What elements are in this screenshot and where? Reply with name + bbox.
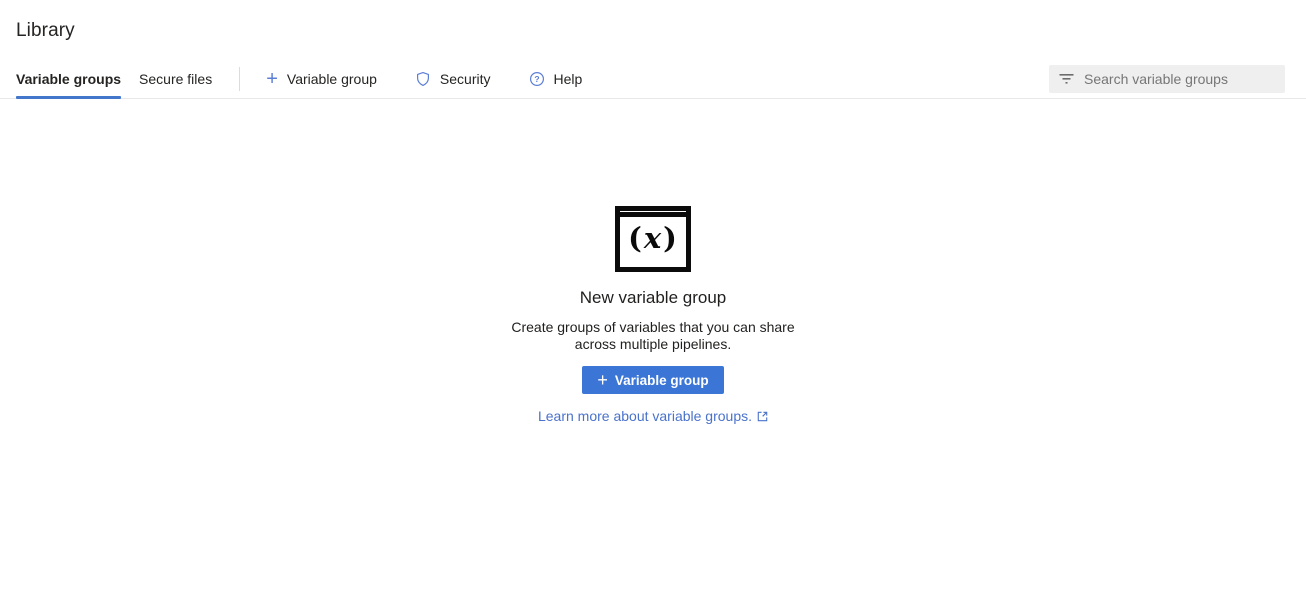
toolbar: + Variable group Security ? He [266,59,582,98]
description-line-1: Create groups of variables that you can … [511,319,794,336]
learn-more-label: Learn more about variable groups. [538,408,752,424]
variable-group-window-icon: (x) [615,206,691,272]
primary-button-label: Variable group [615,373,709,388]
security-label: Security [440,71,491,87]
security-button[interactable]: Security [415,71,491,87]
help-button[interactable]: ? Help [529,71,583,87]
library-page: Library Variable groups Secure files + V… [0,0,1306,424]
toolbar-divider [239,67,240,91]
empty-state: (x) New variable group Create groups of … [0,206,1306,424]
empty-state-title: New variable group [580,288,726,308]
tab-secure-files-label: Secure files [139,71,212,87]
page-title: Library [16,20,1306,42]
svg-text:?: ? [534,74,539,84]
variables-glyph: (x) [620,217,686,262]
empty-state-description: Create groups of variables that you can … [511,319,794,353]
help-label: Help [554,71,583,87]
tab-list: Variable groups Secure files [16,59,212,98]
tab-variable-groups[interactable]: Variable groups [16,59,121,98]
plus-icon: + [597,373,608,387]
help-circle-icon: ? [529,71,545,87]
description-line-2: across multiple pipelines. [511,336,794,353]
search-box[interactable] [1049,65,1285,93]
learn-more-link[interactable]: Learn more about variable groups. [538,408,768,424]
shield-icon [415,71,431,87]
add-variable-group-button[interactable]: + Variable group [266,71,377,87]
variable-group-primary-button[interactable]: + Variable group [582,366,723,394]
tab-toolbar-row: Variable groups Secure files + Variable … [0,59,1306,99]
tab-secure-files[interactable]: Secure files [139,59,212,98]
page-header: Library [0,0,1306,42]
plus-icon: + [266,71,278,87]
external-link-icon [757,411,768,422]
filter-icon [1059,73,1074,85]
tab-variable-groups-label: Variable groups [16,71,121,87]
add-variable-group-label: Variable group [287,71,377,87]
search-input[interactable] [1084,71,1277,87]
